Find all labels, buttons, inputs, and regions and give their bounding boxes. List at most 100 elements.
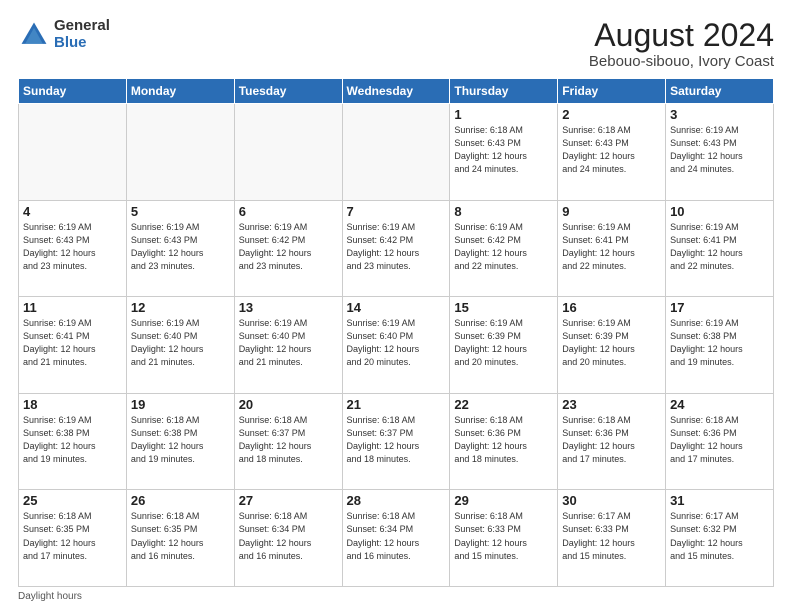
day-number: 3 <box>670 107 769 122</box>
day-info: Sunrise: 6:18 AM Sunset: 6:43 PM Dayligh… <box>562 124 661 176</box>
calendar-cell: 12 Sunrise: 6:19 AM Sunset: 6:40 PM Dayli… <box>126 297 234 394</box>
logo-blue: Blue <box>54 34 87 51</box>
day-number: 28 <box>347 493 446 508</box>
calendar-cell: 5Sunrise: 6:19 AM Sunset: 6:43 PM Daylig… <box>126 200 234 297</box>
day-number: 24 <box>670 397 769 412</box>
weekday-header: Tuesday <box>234 79 342 104</box>
day-info: Sunrise: 6:18 AM Sunset: 6:34 PM Dayligh… <box>239 510 338 562</box>
day-number: 12 <box>131 300 230 315</box>
logo-text: General Blue <box>54 18 110 51</box>
day-info: Sunrise: 6:19 AM Sunset: 6:40 PM Dayligh… <box>239 317 338 369</box>
calendar-week-row: 25 Sunrise: 6:18 AM Sunset: 6:35 PM Dayli… <box>19 490 774 587</box>
calendar-week-row: 11 Sunrise: 6:19 AM Sunset: 6:41 PM Dayli… <box>19 297 774 394</box>
header: General Blue August 2024 Bebouo-sibouo, … <box>18 18 774 70</box>
calendar-cell: 10 Sunrise: 6:19 AM Sunset: 6:41 PM Dayli… <box>666 200 774 297</box>
calendar-week-row: 1Sunrise: 6:18 AM Sunset: 6:43 PM Daylig… <box>19 104 774 201</box>
day-info: Sunrise: 6:19 AM Sunset: 6:43 PM Dayligh… <box>670 124 769 176</box>
day-number: 30 <box>562 493 661 508</box>
day-info: Sunrise: 6:19 AM Sunset: 6:41 PM Dayligh… <box>23 317 122 369</box>
calendar-cell: 25 Sunrise: 6:18 AM Sunset: 6:35 PM Dayli… <box>19 490 127 587</box>
day-info: Sunrise: 6:19 AM Sunset: 6:38 PM Dayligh… <box>23 414 122 466</box>
day-number: 26 <box>131 493 230 508</box>
calendar-cell: 9 Sunrise: 6:19 AM Sunset: 6:41 PM Daylig… <box>558 200 666 297</box>
day-number: 21 <box>347 397 446 412</box>
calendar-cell: 6Sunrise: 6:19 AM Sunset: 6:42 PM Daylig… <box>234 200 342 297</box>
weekday-header: Saturday <box>666 79 774 104</box>
day-info: Sunrise: 6:19 AM Sunset: 6:42 PM Dayligh… <box>347 221 446 273</box>
day-info: Sunrise: 6:19 AM Sunset: 6:39 PM Dayligh… <box>562 317 661 369</box>
weekday-header: Thursday <box>450 79 558 104</box>
calendar-header-row: SundayMondayTuesdayWednesdayThursdayFrid… <box>19 79 774 104</box>
weekday-header: Monday <box>126 79 234 104</box>
day-number: 19 <box>131 397 230 412</box>
calendar-cell: 8 Sunrise: 6:19 AM Sunset: 6:42 PM Daylig… <box>450 200 558 297</box>
day-number: 10 <box>670 204 769 219</box>
calendar-cell: 18Sunrise: 6:19 AM Sunset: 6:38 PM Dayli… <box>19 393 127 490</box>
calendar-cell: 16 Sunrise: 6:19 AM Sunset: 6:39 PM Dayli… <box>558 297 666 394</box>
day-info: Sunrise: 6:18 AM Sunset: 6:35 PM Dayligh… <box>131 510 230 562</box>
day-number: 31 <box>670 493 769 508</box>
day-number: 16 <box>562 300 661 315</box>
day-info: Sunrise: 6:19 AM Sunset: 6:40 PM Dayligh… <box>131 317 230 369</box>
calendar-cell: 14Sunrise: 6:19 AM Sunset: 6:40 PM Dayli… <box>342 297 450 394</box>
calendar-cell: 15 Sunrise: 6:19 AM Sunset: 6:39 PM Dayli… <box>450 297 558 394</box>
main-title: August 2024 <box>589 18 774 53</box>
calendar-cell: 19 Sunrise: 6:18 AM Sunset: 6:38 PM Dayli… <box>126 393 234 490</box>
calendar: SundayMondayTuesdayWednesdayThursdayFrid… <box>18 78 774 587</box>
day-number: 20 <box>239 397 338 412</box>
day-info: Sunrise: 6:17 AM Sunset: 6:32 PM Dayligh… <box>670 510 769 562</box>
day-number: 6 <box>239 204 338 219</box>
calendar-cell: 27Sunrise: 6:18 AM Sunset: 6:34 PM Dayli… <box>234 490 342 587</box>
calendar-cell: 4 Sunrise: 6:19 AM Sunset: 6:43 PM Daylig… <box>19 200 127 297</box>
day-info: Sunrise: 6:18 AM Sunset: 6:35 PM Dayligh… <box>23 510 122 562</box>
day-number: 23 <box>562 397 661 412</box>
calendar-cell: 22Sunrise: 6:18 AM Sunset: 6:36 PM Dayli… <box>450 393 558 490</box>
day-number: 5 <box>131 204 230 219</box>
day-number: 22 <box>454 397 553 412</box>
day-number: 4 <box>23 204 122 219</box>
day-number: 9 <box>562 204 661 219</box>
day-info: Sunrise: 6:19 AM Sunset: 6:41 PM Dayligh… <box>562 221 661 273</box>
calendar-cell <box>126 104 234 201</box>
day-info: Sunrise: 6:19 AM Sunset: 6:39 PM Dayligh… <box>454 317 553 369</box>
calendar-cell: 31 Sunrise: 6:17 AM Sunset: 6:32 PM Dayli… <box>666 490 774 587</box>
weekday-header: Friday <box>558 79 666 104</box>
logo: General Blue <box>18 18 110 51</box>
calendar-cell: 7Sunrise: 6:19 AM Sunset: 6:42 PM Daylig… <box>342 200 450 297</box>
calendar-cell: 23Sunrise: 6:18 AM Sunset: 6:36 PM Dayli… <box>558 393 666 490</box>
day-info: Sunrise: 6:19 AM Sunset: 6:42 PM Dayligh… <box>454 221 553 273</box>
day-info: Sunrise: 6:18 AM Sunset: 6:37 PM Dayligh… <box>239 414 338 466</box>
day-number: 2 <box>562 107 661 122</box>
day-number: 15 <box>454 300 553 315</box>
day-number: 25 <box>23 493 122 508</box>
calendar-cell: 29Sunrise: 6:18 AM Sunset: 6:33 PM Dayli… <box>450 490 558 587</box>
title-block: August 2024 Bebouo-sibouo, Ivory Coast <box>589 18 774 70</box>
weekday-header: Wednesday <box>342 79 450 104</box>
logo-general: General <box>54 17 110 34</box>
calendar-cell <box>234 104 342 201</box>
day-info: Sunrise: 6:19 AM Sunset: 6:43 PM Dayligh… <box>23 221 122 273</box>
calendar-cell: 1Sunrise: 6:18 AM Sunset: 6:43 PM Daylig… <box>450 104 558 201</box>
day-info: Sunrise: 6:18 AM Sunset: 6:38 PM Dayligh… <box>131 414 230 466</box>
calendar-cell: 3 Sunrise: 6:19 AM Sunset: 6:43 PM Daylig… <box>666 104 774 201</box>
day-number: 8 <box>454 204 553 219</box>
day-info: Sunrise: 6:18 AM Sunset: 6:33 PM Dayligh… <box>454 510 553 562</box>
day-info: Sunrise: 6:18 AM Sunset: 6:43 PM Dayligh… <box>454 124 553 176</box>
day-number: 11 <box>23 300 122 315</box>
day-number: 17 <box>670 300 769 315</box>
day-info: Sunrise: 6:19 AM Sunset: 6:40 PM Dayligh… <box>347 317 446 369</box>
calendar-cell: 30Sunrise: 6:17 AM Sunset: 6:33 PM Dayli… <box>558 490 666 587</box>
calendar-cell: 11 Sunrise: 6:19 AM Sunset: 6:41 PM Dayli… <box>19 297 127 394</box>
day-info: Sunrise: 6:18 AM Sunset: 6:36 PM Dayligh… <box>670 414 769 466</box>
calendar-cell: 21 Sunrise: 6:18 AM Sunset: 6:37 PM Dayli… <box>342 393 450 490</box>
day-info: Sunrise: 6:18 AM Sunset: 6:37 PM Dayligh… <box>347 414 446 466</box>
calendar-cell <box>342 104 450 201</box>
calendar-week-row: 4 Sunrise: 6:19 AM Sunset: 6:43 PM Daylig… <box>19 200 774 297</box>
day-info: Sunrise: 6:19 AM Sunset: 6:41 PM Dayligh… <box>670 221 769 273</box>
calendar-cell: 2 Sunrise: 6:18 AM Sunset: 6:43 PM Daylig… <box>558 104 666 201</box>
subtitle: Bebouo-sibouo, Ivory Coast <box>589 53 774 70</box>
weekday-header: Sunday <box>19 79 127 104</box>
calendar-cell: 13Sunrise: 6:19 AM Sunset: 6:40 PM Dayli… <box>234 297 342 394</box>
footer-note: Daylight hours <box>18 591 774 602</box>
calendar-cell: 24 Sunrise: 6:18 AM Sunset: 6:36 PM Dayli… <box>666 393 774 490</box>
